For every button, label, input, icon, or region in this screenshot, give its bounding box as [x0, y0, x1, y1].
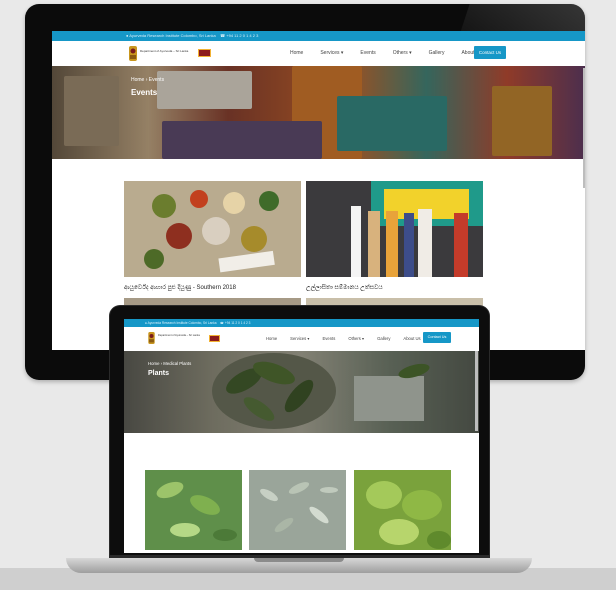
- nav-links: Home Services ▾ Events Others ▾ Gallery …: [290, 50, 482, 56]
- nav-links: Home Services ▾ Events Others ▾ Gallery …: [266, 336, 421, 341]
- nav-about[interactable]: About Us: [403, 336, 420, 341]
- laptop-base: [66, 558, 532, 573]
- nav-services[interactable]: Services ▾: [320, 50, 343, 56]
- emblem-logo-icon[interactable]: [148, 332, 155, 344]
- event-image-food: [124, 181, 301, 277]
- event-caption[interactable]: උල්ලාසිතා සම්මානය උත්සවය: [306, 282, 483, 292]
- plant-card-3[interactable]: [354, 470, 451, 550]
- org-name: Department of Ayurveda – Sri Lanka: [140, 49, 189, 53]
- flag-icon: [198, 49, 211, 57]
- flag-icon: [209, 335, 220, 342]
- laptop-notch: [254, 558, 344, 562]
- contact-us-button[interactable]: Contact Us: [423, 332, 451, 343]
- org-name: Department of Ayurveda – Sri Lanka: [158, 334, 200, 337]
- event-image-ceremony: [306, 181, 483, 277]
- nav-others[interactable]: Others ▾: [348, 336, 364, 341]
- scrollbar[interactable]: [475, 351, 478, 431]
- nav-others[interactable]: Others ▾: [393, 50, 412, 56]
- event-card-southern[interactable]: ආයුර්වේද ආහාර පුළු දියුණු - Southern 201…: [124, 181, 301, 292]
- nav-gallery[interactable]: Gallery: [377, 336, 390, 341]
- nav-services[interactable]: Services ▾: [290, 336, 309, 341]
- nav-events[interactable]: Events: [360, 50, 375, 56]
- contact-us-button[interactable]: Contact Us: [474, 46, 506, 59]
- event-card-award[interactable]: උල්ලාසිතා සම්මානය උත්සවය: [306, 181, 483, 292]
- nav-home[interactable]: Home: [290, 50, 303, 56]
- plant-card-1[interactable]: [145, 470, 242, 550]
- page-title: Events: [131, 88, 158, 97]
- plant-card-2[interactable]: [249, 470, 346, 550]
- main-navbar: Department of Ayurveda – Sri Lanka Home …: [124, 327, 479, 351]
- top-info-bar: ● Ayurveda Research Institute Colombo, S…: [124, 319, 479, 327]
- events-hero-banner: Home › Events Events: [52, 66, 585, 159]
- nav-home[interactable]: Home: [266, 336, 277, 341]
- top-info-bar: ● Ayurveda Research Institute Colombo, S…: [52, 31, 585, 41]
- scrollbar[interactable]: [583, 68, 585, 188]
- event-caption[interactable]: ආයුර්වේද ආහාර පුළු දියුණු - Southern 201…: [124, 282, 301, 292]
- nav-events[interactable]: Events: [323, 336, 336, 341]
- breadcrumb[interactable]: Home › Medical Plants: [148, 361, 191, 366]
- breadcrumb[interactable]: Home › Events: [131, 77, 164, 83]
- nav-gallery[interactable]: Gallery: [429, 50, 445, 56]
- main-navbar: Department of Ayurveda – Sri Lanka Home …: [52, 41, 585, 66]
- page-title: Plants: [148, 370, 170, 377]
- plants-hero-banner: Home › Medical Plants Plants: [124, 351, 479, 433]
- emblem-logo-icon[interactable]: [129, 46, 137, 61]
